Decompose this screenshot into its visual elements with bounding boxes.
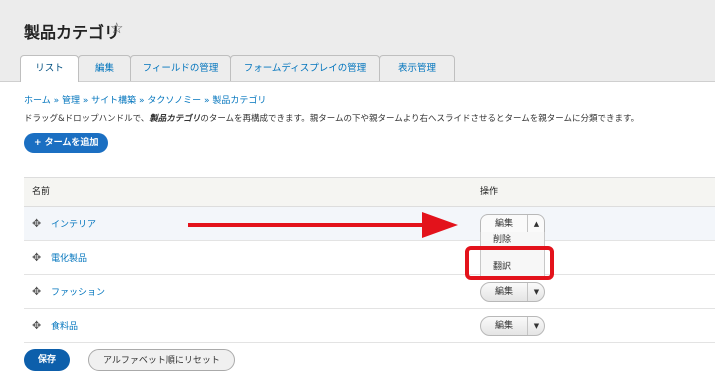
reset-alphabetical-button[interactable]: アルファベット順にリセット — [88, 349, 235, 371]
annotation-arrow-icon — [188, 212, 458, 238]
annotation-highlight-box — [465, 246, 554, 280]
save-button[interactable]: 保存 — [24, 349, 71, 371]
